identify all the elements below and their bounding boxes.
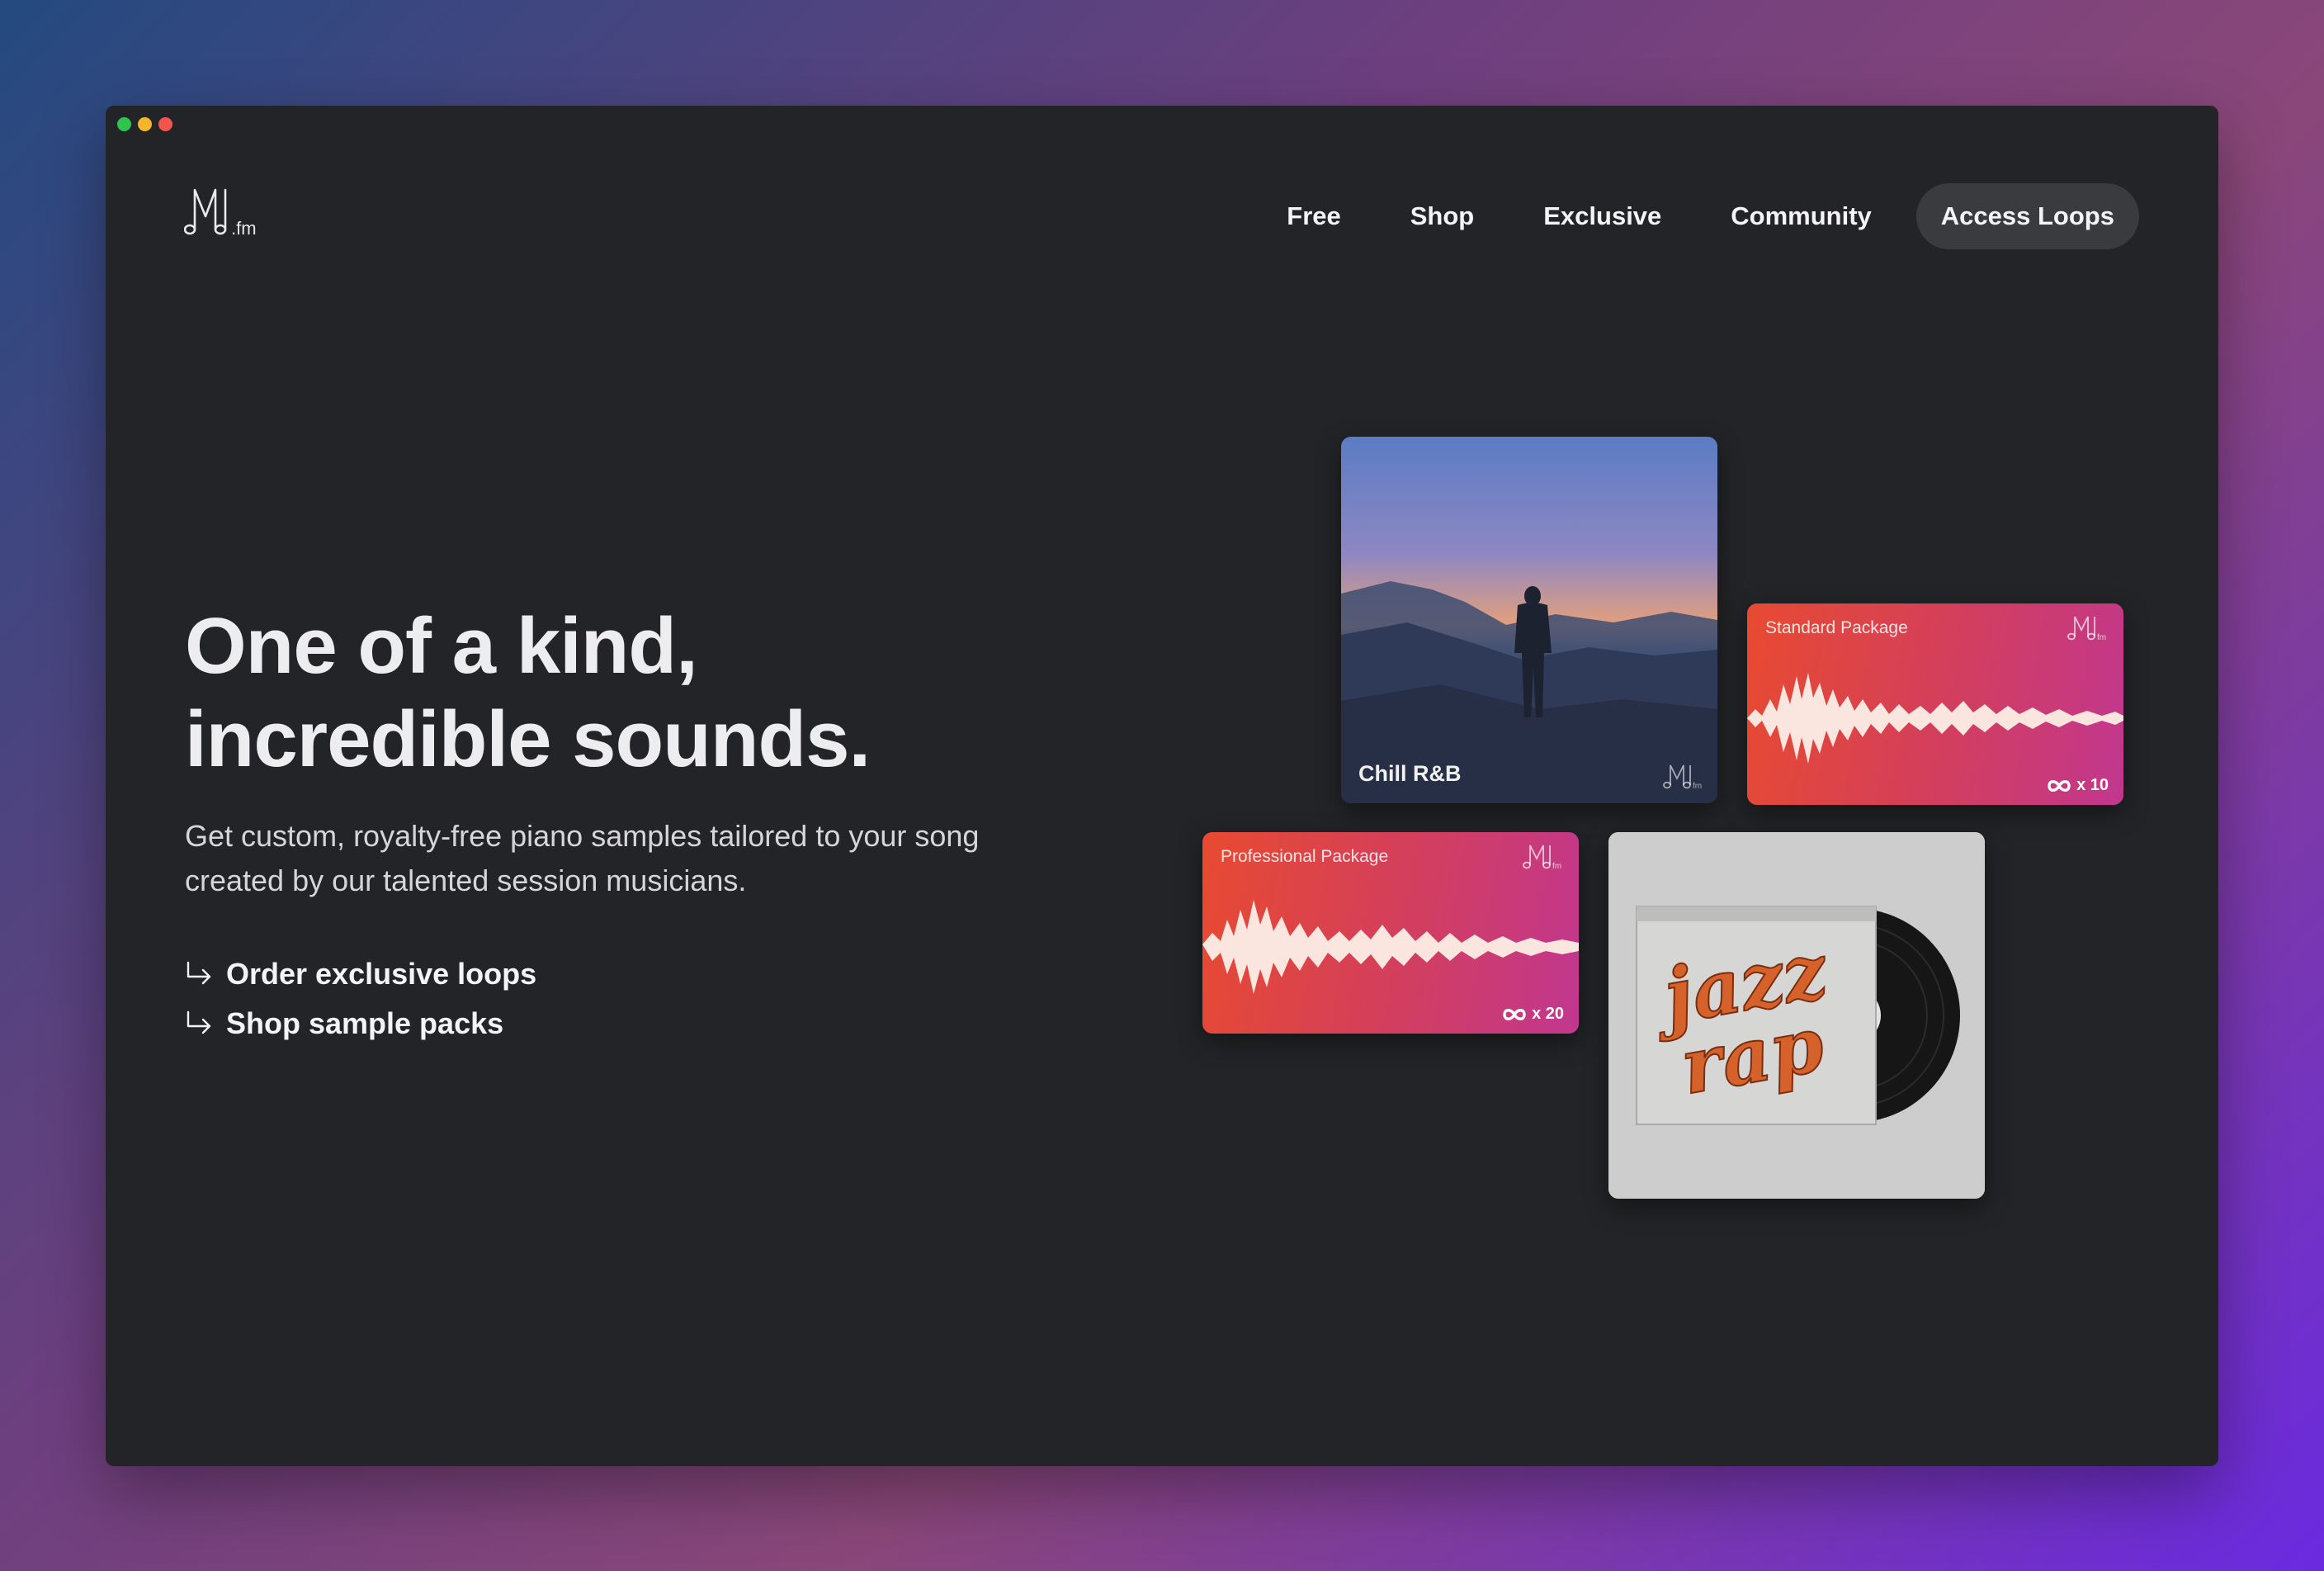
svg-text:fm: fm bbox=[1552, 862, 1561, 871]
logo-watermark-icon: fm bbox=[1523, 845, 1561, 871]
mountain-silhouette-illustration bbox=[1341, 581, 1717, 803]
browser-window: .fm Free Shop Exclusive Community Access… bbox=[106, 106, 2218, 1466]
count-text: x 10 bbox=[2076, 776, 2109, 794]
nav-free[interactable]: Free bbox=[1262, 183, 1365, 249]
music-note-logo-icon: .fm bbox=[183, 188, 257, 239]
site-logo[interactable]: .fm bbox=[183, 185, 275, 243]
card-title: Chill R&B bbox=[1358, 761, 1462, 786]
chill-rnb-card[interactable]: Chill R&B fm bbox=[1341, 437, 1717, 803]
hero-section: One of a kind, incredible sounds. Get cu… bbox=[185, 599, 1093, 1048]
hero-title-line1: One of a kind, bbox=[185, 602, 698, 690]
link-label: Shop sample packs bbox=[226, 1006, 504, 1040]
package-count: x 20 bbox=[1502, 1005, 1564, 1024]
nav-community[interactable]: Community bbox=[1706, 183, 1897, 249]
return-arrow-icon bbox=[187, 1010, 211, 1034]
return-arrow-icon bbox=[187, 961, 211, 985]
hero-links: Order exclusive loops Shop sample packs bbox=[185, 949, 1093, 1048]
svg-text:.fm: .fm bbox=[231, 218, 257, 239]
yellow-light[interactable] bbox=[138, 117, 152, 131]
nav-shop[interactable]: Shop bbox=[1386, 183, 1500, 249]
infinity-icon bbox=[1503, 1008, 1526, 1020]
order-exclusive-loops-link[interactable]: Order exclusive loops bbox=[185, 949, 1093, 999]
package-label: Standard Package bbox=[1765, 618, 1908, 637]
svg-text:fm: fm bbox=[2097, 633, 2106, 642]
standard-package-card[interactable]: Standard Package fm x 10 bbox=[1747, 603, 2123, 805]
link-label: Order exclusive loops bbox=[226, 957, 537, 991]
hero-title: One of a kind, incredible sounds. bbox=[185, 599, 1093, 786]
main-nav: Free Shop Exclusive Community Access Loo… bbox=[1262, 183, 2139, 249]
red-light[interactable] bbox=[158, 117, 172, 131]
waveform-graphic bbox=[1747, 673, 2123, 764]
nav-exclusive[interactable]: Exclusive bbox=[1519, 183, 1686, 249]
jazz-rap-card[interactable]: jazz rap bbox=[1608, 832, 1985, 1199]
logo-watermark-icon: fm bbox=[2067, 616, 2106, 642]
package-count: x 10 bbox=[2047, 776, 2109, 795]
professional-package-card[interactable]: Professional Package fm x 20 bbox=[1202, 832, 1579, 1034]
package-label: Professional Package bbox=[1221, 847, 1389, 866]
hero-title-line2: incredible sounds. bbox=[185, 695, 871, 783]
green-light[interactable] bbox=[117, 117, 131, 131]
svg-text:fm: fm bbox=[1693, 782, 1702, 791]
vinyl-record-illustration: jazz rap bbox=[1608, 832, 1985, 1199]
access-loops-button[interactable]: Access Loops bbox=[1915, 183, 2139, 249]
shop-sample-packs-link[interactable]: Shop sample packs bbox=[185, 999, 1093, 1048]
logo-watermark-icon: fm bbox=[1663, 764, 1702, 791]
window-controls bbox=[117, 117, 172, 131]
waveform-graphic bbox=[1202, 900, 1579, 994]
count-text: x 20 bbox=[1532, 1005, 1564, 1023]
infinity-icon bbox=[2048, 779, 2071, 792]
hero-subtitle: Get custom, royalty-free piano samples t… bbox=[185, 819, 980, 897]
